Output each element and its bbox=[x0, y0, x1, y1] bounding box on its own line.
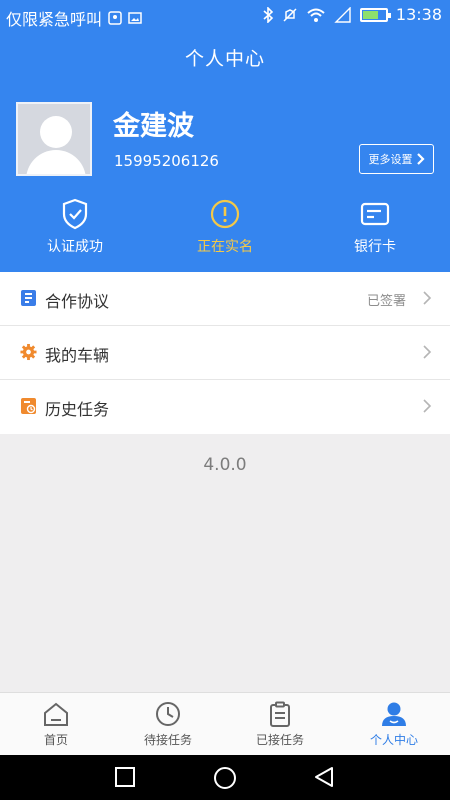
user-name: 金建波 bbox=[113, 111, 194, 142]
menu-item-vehicles[interactable]: 我的车辆 bbox=[0, 326, 450, 380]
tab-profile[interactable]: 个人中心 bbox=[338, 701, 450, 748]
clipboard-icon bbox=[270, 701, 290, 727]
chevron-right-icon bbox=[423, 291, 432, 305]
status-time: 13:38 bbox=[395, 5, 442, 24]
alert-circle-icon bbox=[210, 199, 240, 229]
menu-item-history[interactable]: 历史任务 bbox=[0, 380, 450, 434]
bluetooth-icon bbox=[263, 6, 274, 23]
clock-icon bbox=[156, 702, 180, 726]
history-icon bbox=[21, 398, 36, 414]
more-settings-button[interactable]: 更多设置 bbox=[359, 144, 434, 174]
home-icon bbox=[44, 702, 68, 726]
tab-pending-tasks[interactable]: 待接任务 bbox=[112, 701, 224, 748]
more-settings-label: 更多设置 bbox=[368, 153, 413, 166]
system-nav-bar bbox=[0, 755, 450, 800]
user-icon bbox=[382, 702, 406, 726]
menu-item-value: 已签署 bbox=[366, 294, 406, 309]
wifi-icon bbox=[307, 8, 325, 22]
tab-home[interactable]: 首页 bbox=[0, 701, 112, 748]
menu-list: 合作协议 已签署 我的车辆 历史任务 bbox=[0, 272, 450, 434]
menu-item-label: 我的车辆 bbox=[45, 346, 110, 365]
carrier-text: 仅限紧急呼叫 bbox=[6, 10, 103, 29]
avatar[interactable] bbox=[16, 102, 92, 176]
menu-item-label: 历史任务 bbox=[45, 400, 110, 419]
chevron-right-icon bbox=[416, 153, 425, 165]
profile-header: 仅限紧急呼叫 13:38 个人中心 金建波 15995206126 更多设置 认… bbox=[0, 0, 450, 272]
location-icon bbox=[108, 11, 122, 25]
stat-verified[interactable]: 认证成功 bbox=[0, 198, 150, 256]
chevron-right-icon bbox=[423, 345, 432, 359]
tab-accepted-tasks[interactable]: 已接任务 bbox=[224, 701, 336, 748]
signal-icon bbox=[334, 6, 351, 23]
chevron-right-icon bbox=[423, 399, 432, 413]
status-bar: 仅限紧急呼叫 13:38 bbox=[0, 0, 450, 32]
agreement-icon bbox=[21, 290, 36, 306]
stat-realname[interactable]: 正在实名 bbox=[150, 198, 300, 256]
stat-verified-label: 认证成功 bbox=[47, 239, 103, 255]
stat-bank-card-label: 银行卡 bbox=[354, 239, 396, 255]
tab-label: 个人中心 bbox=[369, 733, 418, 747]
tab-label: 已接任务 bbox=[255, 733, 304, 747]
mute-icon bbox=[283, 7, 297, 22]
menu-item-agreement[interactable]: 合作协议 已签署 bbox=[0, 272, 450, 326]
battery-icon bbox=[359, 7, 391, 22]
stat-realname-label: 正在实名 bbox=[197, 239, 253, 255]
menu-item-label: 合作协议 bbox=[45, 292, 110, 311]
bank-card-icon bbox=[360, 202, 390, 226]
tab-label: 首页 bbox=[43, 733, 68, 747]
stat-bank-card[interactable]: 银行卡 bbox=[300, 198, 450, 256]
back-icon[interactable] bbox=[313, 766, 335, 788]
bottom-tab-bar: 首页 待接任务 已接任务 个人中心 bbox=[0, 692, 450, 755]
gear-icon bbox=[20, 343, 37, 361]
image-icon bbox=[128, 12, 142, 24]
user-phone: 15995206126 bbox=[114, 152, 219, 170]
tab-label: 待接任务 bbox=[143, 733, 192, 747]
recent-apps-icon[interactable] bbox=[114, 766, 136, 788]
page-title: 个人中心 bbox=[184, 48, 265, 70]
app-version: 4.0.0 bbox=[203, 455, 247, 475]
status-row: 认证成功 正在实名 银行卡 bbox=[0, 198, 450, 258]
shield-check-icon bbox=[62, 198, 88, 230]
home-nav-icon[interactable] bbox=[213, 766, 237, 790]
